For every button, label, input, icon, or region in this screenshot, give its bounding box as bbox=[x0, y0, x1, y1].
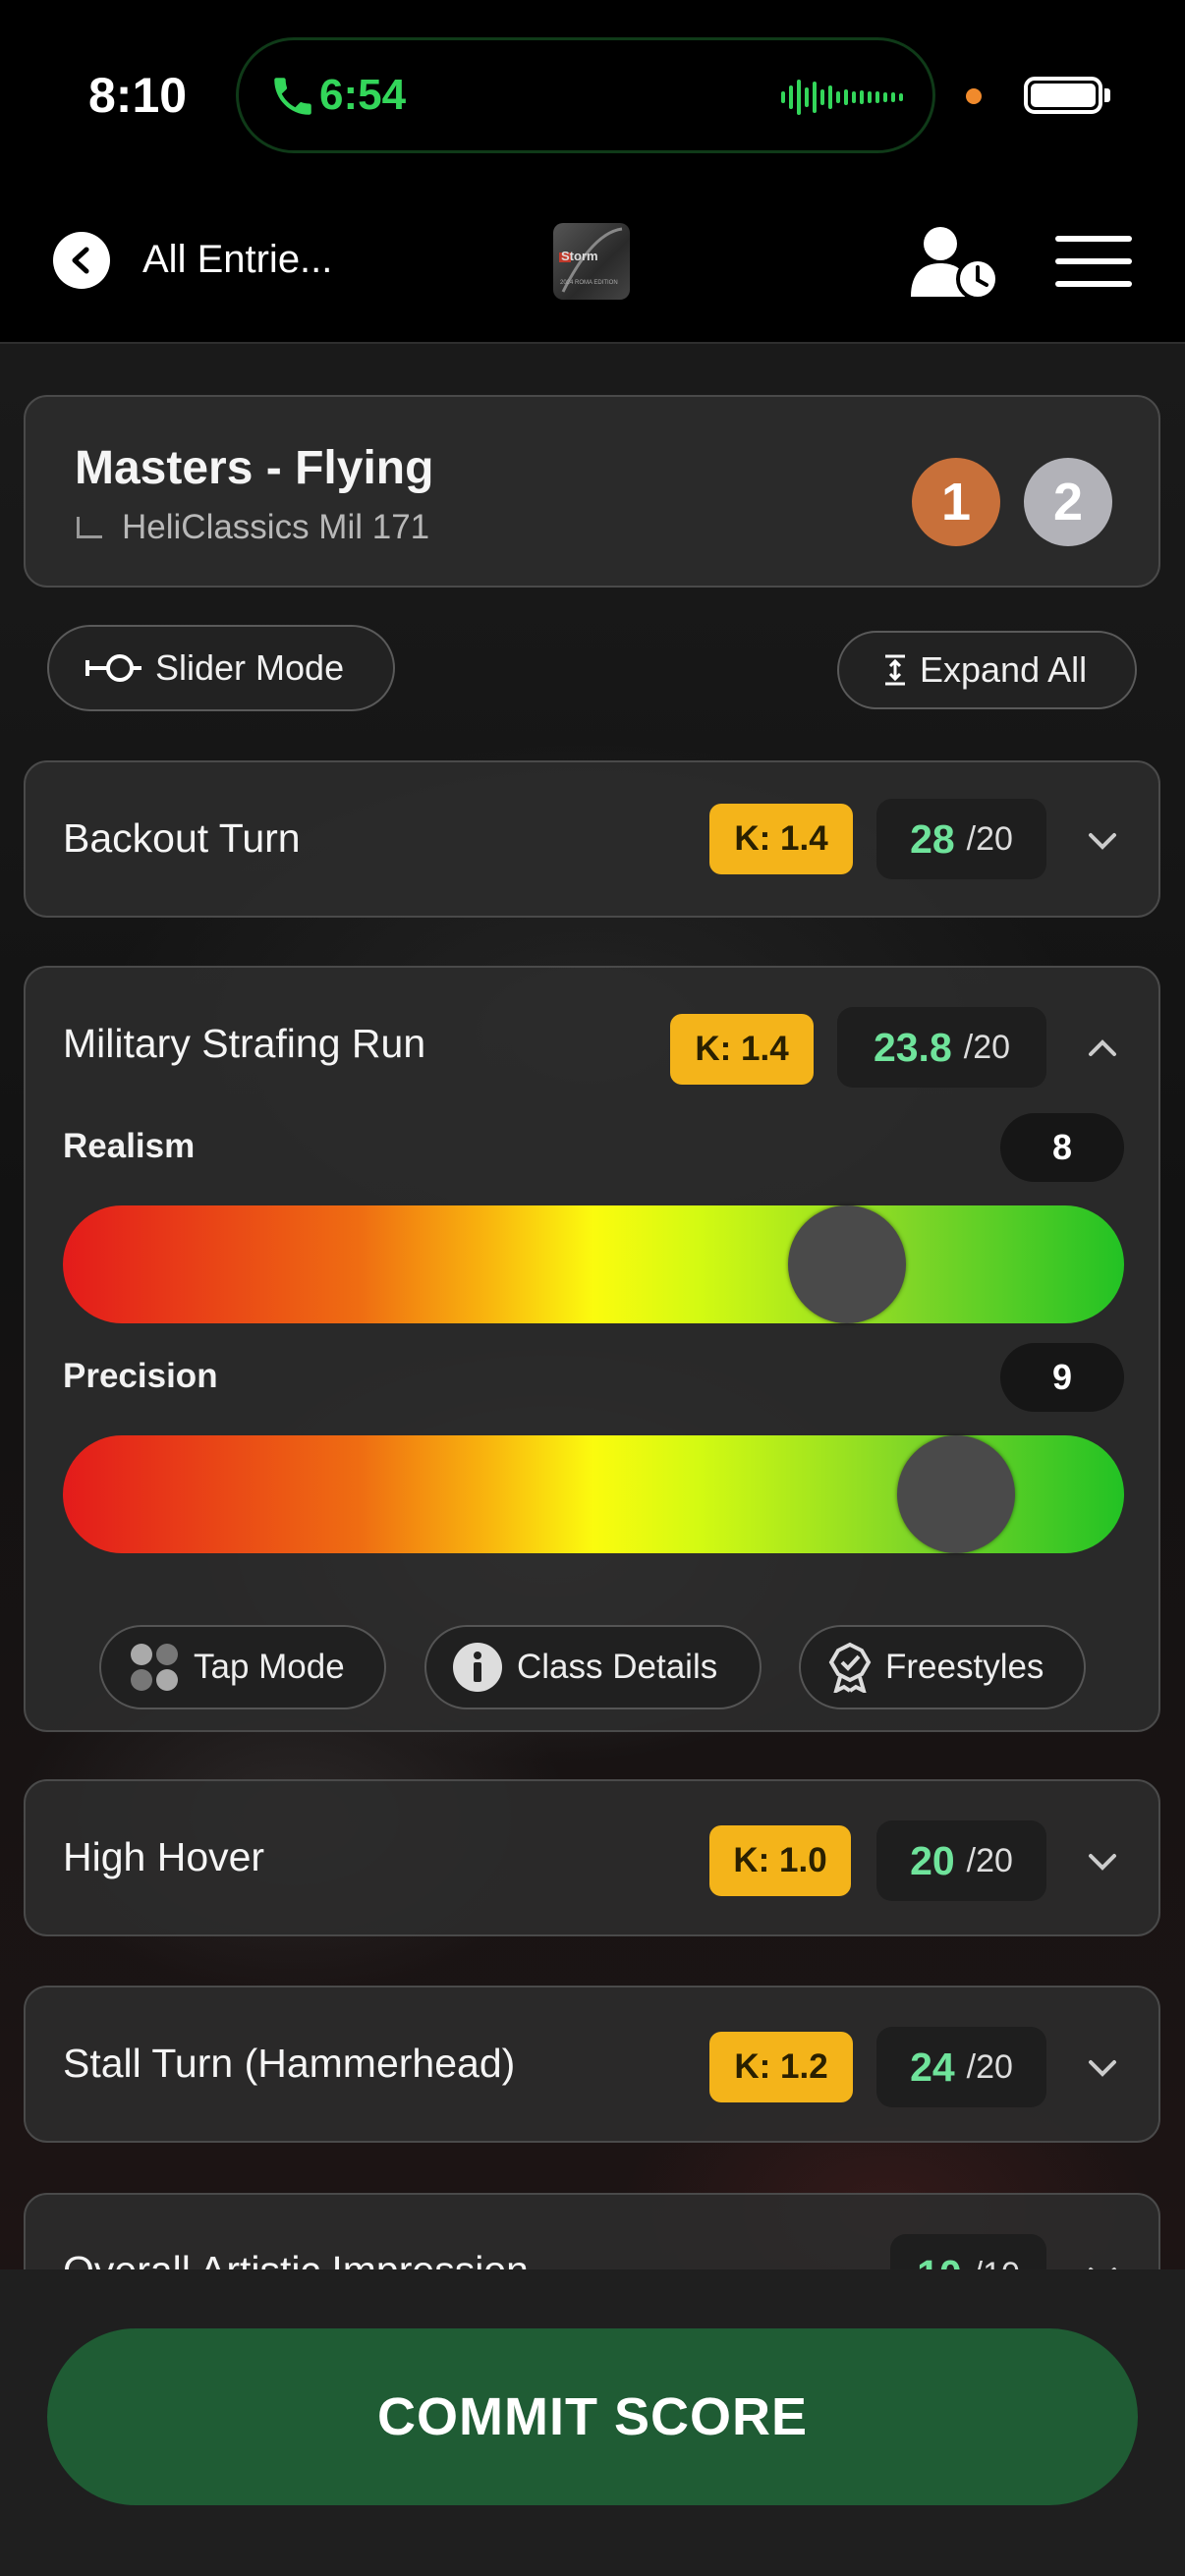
realism-slider-thumb[interactable] bbox=[788, 1205, 906, 1323]
maneuver-row-stall-turn[interactable]: Stall Turn (Hammerhead) K: 1.2 24 /20 bbox=[24, 1986, 1160, 2143]
call-duration: 6:54 bbox=[319, 71, 407, 119]
class-info-card: Masters - Flying HeliClassics Mil 171 1 … bbox=[24, 395, 1160, 588]
criterion-label-precision: Precision bbox=[63, 1357, 218, 1395]
k-factor-badge: K: 1.0 bbox=[709, 1825, 851, 1896]
precision-slider-thumb[interactable] bbox=[897, 1435, 1015, 1553]
criterion-label-realism: Realism bbox=[63, 1127, 196, 1165]
logo-text: Storm bbox=[561, 249, 598, 263]
score-value: 23.8 bbox=[873, 1024, 952, 1070]
tap-mode-icon bbox=[131, 1644, 178, 1691]
commit-score-button[interactable]: COMMIT SCORE bbox=[47, 2328, 1138, 2505]
app-header: All Entrie... Storm 2024 ROMA EDITION bbox=[0, 196, 1185, 344]
score-badge: 23.8 /20 bbox=[837, 1007, 1046, 1088]
chevron-down-icon[interactable] bbox=[1085, 829, 1120, 853]
maneuver-row-backout-turn[interactable]: Backout Turn K: 1.4 28 /20 bbox=[24, 760, 1160, 918]
tap-mode-label: Tap Mode bbox=[194, 1648, 345, 1686]
score-max: /20 bbox=[966, 1841, 1013, 1879]
k-factor-badge: K: 1.4 bbox=[670, 1014, 814, 1085]
slider-icon bbox=[85, 654, 141, 682]
hamburger-menu-icon[interactable] bbox=[1055, 234, 1132, 289]
expand-all-button[interactable]: Expand All bbox=[837, 631, 1137, 709]
score-badge: 20 /20 bbox=[876, 1820, 1046, 1901]
slider-mode-button[interactable]: Slider Mode bbox=[47, 625, 395, 711]
back-label[interactable]: All Entrie... bbox=[142, 238, 332, 282]
dynamic-island-call[interactable]: 6:54 bbox=[236, 37, 935, 153]
class-subtitle: HeliClassics Mil 171 bbox=[65, 508, 429, 547]
expand-icon bbox=[885, 654, 905, 686]
score-max: /20 bbox=[966, 2047, 1013, 2086]
score-value: 20 bbox=[910, 1837, 955, 1883]
phone-icon bbox=[274, 78, 311, 115]
criterion-value-precision[interactable]: 9 bbox=[1000, 1343, 1124, 1412]
k-factor-badge: K: 1.2 bbox=[709, 2032, 853, 2102]
chevron-up-icon[interactable] bbox=[1085, 1036, 1120, 1060]
maneuver-row-military-strafing-run: Military Strafing Run K: 1.4 23.8 /20 Re… bbox=[24, 966, 1160, 1732]
score-badge: 24 /20 bbox=[876, 2027, 1046, 2107]
k-factor-badge: K: 1.4 bbox=[709, 804, 853, 874]
chevron-down-icon[interactable] bbox=[1085, 1850, 1120, 1874]
slider-mode-label: Slider Mode bbox=[155, 647, 345, 688]
round-1-badge[interactable]: 1 bbox=[912, 458, 1000, 546]
judge-history-icon[interactable] bbox=[909, 224, 1001, 301]
maneuver-row-high-hover[interactable]: High Hover K: 1.0 20 /20 bbox=[24, 1779, 1160, 1936]
score-value: 24 bbox=[910, 2044, 955, 2090]
precision-slider[interactable] bbox=[63, 1435, 1124, 1553]
maneuver-title: High Hover bbox=[63, 1834, 265, 1879]
class-details-label: Class Details bbox=[517, 1648, 718, 1686]
realism-slider[interactable] bbox=[63, 1205, 1124, 1323]
maneuver-title: Military Strafing Run bbox=[63, 1021, 426, 1066]
class-title: Masters - Flying bbox=[75, 442, 434, 494]
round-2-badge[interactable]: 2 bbox=[1024, 458, 1112, 546]
logo-subtext: 2024 ROMA EDITION bbox=[560, 280, 618, 286]
status-bar: 8:10 6:54 bbox=[0, 0, 1185, 196]
maneuver-title: Backout Turn bbox=[63, 815, 301, 861]
model-name: HeliClassics Mil 171 bbox=[122, 508, 430, 546]
app-logo: Storm 2024 ROMA EDITION bbox=[553, 223, 630, 300]
freestyles-button[interactable]: Freestyles bbox=[799, 1625, 1086, 1709]
chevron-left-icon bbox=[72, 247, 89, 274]
score-max: /20 bbox=[966, 819, 1013, 858]
audio-waveform-icon bbox=[781, 80, 903, 115]
award-badge-icon bbox=[828, 1642, 872, 1693]
chevron-down-icon[interactable] bbox=[1085, 2056, 1120, 2080]
freestyles-label: Freestyles bbox=[885, 1648, 1044, 1686]
sub-item-icon bbox=[77, 517, 102, 538]
privacy-indicator bbox=[966, 88, 982, 104]
score-max: /20 bbox=[963, 1028, 1011, 1066]
expand-all-label: Expand All bbox=[920, 649, 1088, 690]
score-value: 28 bbox=[910, 815, 955, 862]
maneuver-title: Stall Turn (Hammerhead) bbox=[63, 2041, 516, 2086]
info-icon bbox=[453, 1643, 502, 1692]
back-button[interactable] bbox=[53, 232, 110, 289]
class-details-button[interactable]: Class Details bbox=[424, 1625, 762, 1709]
tap-mode-button[interactable]: Tap Mode bbox=[99, 1625, 386, 1709]
status-time: 8:10 bbox=[88, 68, 188, 123]
criterion-value-realism[interactable]: 8 bbox=[1000, 1113, 1124, 1182]
score-badge: 28 /20 bbox=[876, 799, 1046, 879]
battery-icon bbox=[1024, 77, 1102, 114]
